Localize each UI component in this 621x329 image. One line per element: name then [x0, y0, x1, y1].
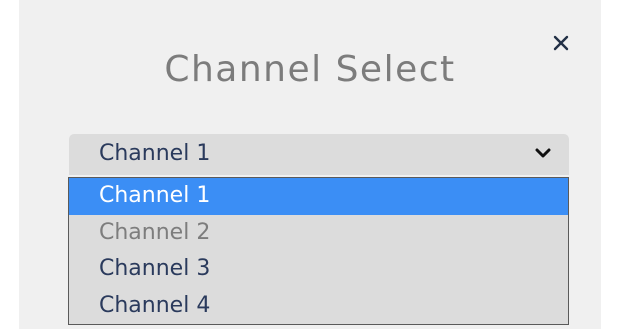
select-current-value: Channel 1 — [99, 141, 211, 166]
option-channel-3[interactable]: Channel 3 — [69, 251, 568, 288]
channel-select[interactable]: Channel 1 — [69, 134, 569, 175]
option-channel-4[interactable]: Channel 4 — [69, 288, 568, 325]
chevron-down-icon — [535, 147, 551, 159]
option-channel-2[interactable]: Channel 2 — [69, 215, 568, 252]
option-channel-1[interactable]: Channel 1 — [69, 178, 568, 215]
channel-select-dialog: Channel Select Channel 1 Channel 1 Chann… — [19, 0, 601, 329]
dialog-title: Channel Select — [164, 49, 456, 90]
channel-options-list: Channel 1 Channel 2 Channel 3 Channel 4 — [68, 177, 569, 325]
